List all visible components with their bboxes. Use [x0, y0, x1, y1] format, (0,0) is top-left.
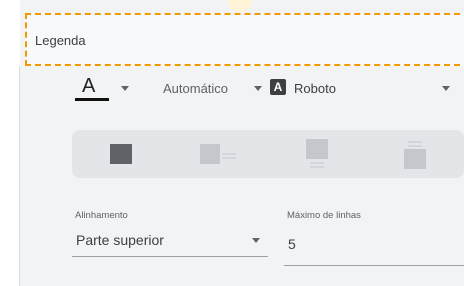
legend-position-left-icon	[200, 144, 236, 164]
legend-position-top-icon	[306, 139, 328, 168]
max-lines-underline	[284, 265, 464, 266]
alignment-value: Parte superior	[76, 232, 164, 248]
legend-position-bottom-button[interactable]	[366, 130, 464, 178]
alignment-label: Alinhamento	[75, 210, 128, 221]
font-color-chevron-down-icon[interactable]	[121, 86, 129, 91]
legend-section-header[interactable]: Legenda	[25, 13, 464, 66]
panel-divider	[19, 66, 20, 286]
alignment-underline	[72, 256, 268, 257]
font-color-swatch	[75, 98, 109, 101]
font-size-value: Automático	[163, 81, 229, 96]
max-lines-value: 5	[288, 236, 296, 252]
legend-position-bottom-icon	[404, 141, 426, 169]
legend-position-top-button[interactable]	[268, 130, 366, 178]
font-icon: A	[270, 79, 286, 95]
alignment-chevron-down-icon	[252, 238, 260, 243]
font-family-select[interactable]: A Roboto	[270, 78, 460, 102]
font-size-select[interactable]: Automático	[159, 78, 268, 102]
font-color-picker[interactable]: A	[71, 73, 115, 107]
max-lines-input[interactable]: 5	[284, 226, 464, 266]
font-family-value: Roboto	[294, 81, 336, 96]
max-lines-label: Máximo de linhas	[287, 210, 361, 221]
legend-position-full-button[interactable]	[72, 130, 170, 178]
font-size-chevron-down-icon	[254, 86, 262, 91]
font-family-chevron-down-icon	[442, 86, 450, 91]
font-color-letter: A	[82, 75, 96, 97]
legend-label: Legenda	[35, 33, 86, 48]
legend-position-full-icon	[110, 144, 132, 164]
legend-position-left-button[interactable]	[170, 130, 268, 178]
alignment-select[interactable]: Parte superior	[72, 226, 268, 258]
legend-position-group	[72, 130, 464, 178]
